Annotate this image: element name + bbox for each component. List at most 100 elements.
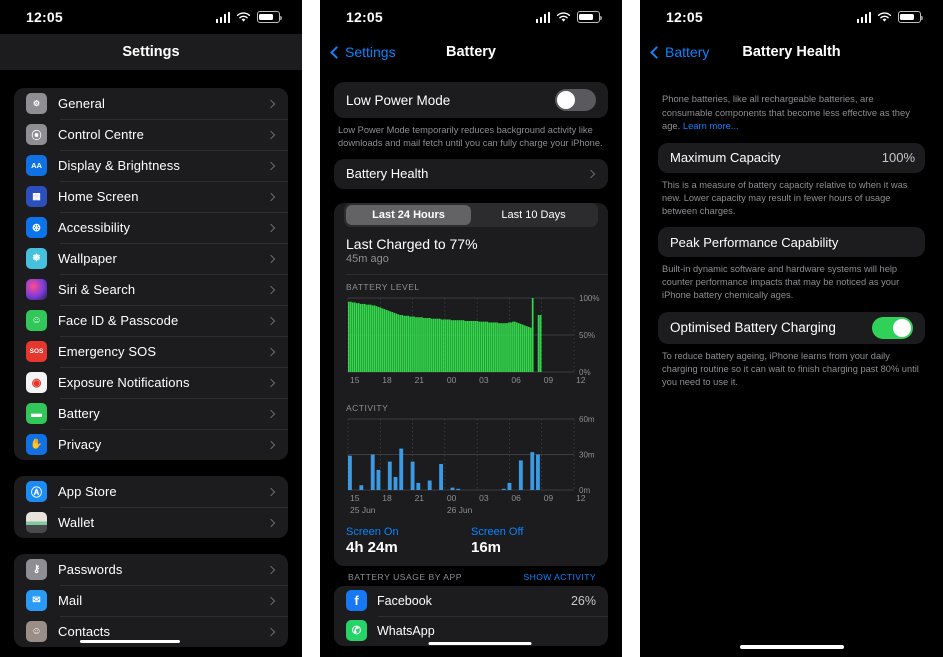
back-button-battery[interactable]: Battery <box>650 44 710 60</box>
status-bar-indicators <box>856 11 924 23</box>
wallet-icon <box>26 512 47 533</box>
chevron-right-icon <box>266 440 276 449</box>
sidebar-item-home-screen[interactable]: ▦ Home Screen <box>14 181 288 212</box>
page-title: Settings <box>122 44 180 60</box>
home-screen-icon: ▦ <box>26 186 47 207</box>
status-bar-time: 12:05 <box>26 9 63 25</box>
svg-text:21: 21 <box>415 375 425 385</box>
phone-panel-battery-health: 12:05 Battery Battery Health Phone batte… <box>640 0 943 657</box>
screen-off-value: 16m <box>471 538 502 556</box>
screen-time-stats: Screen On 4h 24m Screen Off 16m <box>334 520 608 566</box>
battery-health-label: Battery Health <box>346 166 429 182</box>
activity-plot: 60m30m0m15 18 21 00 03 06 09 1225 Jun 26 Jun <box>347 415 595 515</box>
sidebar-item-display-brightness[interactable]: AA Display & Brightness <box>14 150 288 181</box>
sidebar-item-emergency-sos[interactable]: SOS Emergency SOS <box>14 336 288 367</box>
svg-text:100%: 100% <box>579 294 599 303</box>
accessibility-icon: ⊛ <box>26 217 47 238</box>
low-power-mode-row[interactable]: Low Power Mode <box>334 82 608 118</box>
svg-text:12: 12 <box>576 375 586 385</box>
status-bar-time: 12:05 <box>666 9 703 25</box>
exposure-notifications-icon: ◉ <box>26 372 47 393</box>
sidebar-item-wallet[interactable]: Wallet <box>14 507 288 538</box>
settings-list: ⚙ General ⦿ Control Centre AA Display & … <box>0 70 302 647</box>
segment-last-10-days[interactable]: Last 10 Days <box>471 205 596 225</box>
passwords-icon: ⚷ <box>26 559 47 580</box>
row-label: Home Screen <box>58 189 139 204</box>
svg-text:09: 09 <box>544 375 554 385</box>
learn-more-link[interactable]: Learn more... <box>683 120 739 131</box>
sidebar-item-general[interactable]: ⚙ General <box>14 88 288 119</box>
sidebar-item-wallpaper[interactable]: ❅ Wallpaper <box>14 243 288 274</box>
activity-chart: 60m 30m 0m 15 18 21 00 03 06 09 12 25 Jun 26 Jun <box>334 413 608 520</box>
optimised-charging-row[interactable]: Optimised Battery Charging <box>658 312 925 344</box>
chevron-left-icon <box>330 45 343 59</box>
row-label: Wallet <box>58 515 95 530</box>
chevron-right-icon <box>266 254 276 263</box>
chevron-right-icon <box>266 192 276 201</box>
battery-icon <box>257 11 283 23</box>
screen-on-stat: Screen On 4h 24m <box>346 526 471 556</box>
back-button-label: Battery <box>665 44 710 60</box>
sidebar-item-face-id-passcode[interactable]: ☺ Face ID & Passcode <box>14 305 288 336</box>
row-label: Face ID & Passcode <box>58 313 179 328</box>
last-charged-title: Last Charged to 77% <box>346 235 478 252</box>
battery-health-row[interactable]: Battery Health <box>334 159 608 189</box>
battery-content: Low Power Mode Low Power Mode temporaril… <box>320 70 622 646</box>
row-label: Passwords <box>58 562 123 577</box>
sidebar-item-mail[interactable]: ✉ Mail <box>14 585 288 616</box>
sidebar-item-privacy[interactable]: ✋ Privacy <box>14 429 288 460</box>
chevron-right-icon <box>266 347 276 356</box>
svg-text:12: 12 <box>576 493 586 503</box>
sidebar-item-passwords[interactable]: ⚷ Passwords <box>14 554 288 585</box>
battery-level-plot: 100%50%0%15 18 21 00 03 06 09 12 <box>347 294 599 385</box>
maximum-capacity-value: 100% <box>881 150 915 166</box>
activity-chart-title: ACTIVITY <box>346 402 389 413</box>
row-label: Exposure Notifications <box>58 375 190 390</box>
battery-icon <box>898 11 924 23</box>
svg-text:06: 06 <box>511 493 521 503</box>
maximum-capacity-footnote: This is a measure of battery capacity re… <box>662 179 908 216</box>
chevron-right-icon <box>266 409 276 418</box>
status-bar-indicators <box>535 11 603 23</box>
screenshot-stage: 12:05 Settings ⚙ General ⦿ Control Centr… <box>0 0 943 657</box>
optimised-charging-footnote: To reduce battery ageing, iPhone learns … <box>662 350 919 387</box>
chevron-right-icon <box>266 378 276 387</box>
sidebar-item-app-store[interactable]: Ⓐ App Store <box>14 476 288 507</box>
svg-text:03: 03 <box>479 493 489 503</box>
status-bar-indicators <box>215 11 283 23</box>
app-percent: 26% <box>570 593 596 608</box>
optimised-charging-toggle[interactable] <box>872 316 913 339</box>
app-name: Facebook <box>377 593 432 608</box>
sidebar-item-accessibility[interactable]: ⊛ Accessibility <box>14 212 288 243</box>
home-indicator <box>428 641 532 645</box>
screen-off-stat: Screen Off 16m <box>471 526 596 556</box>
sidebar-item-control-centre[interactable]: ⦿ Control Centre <box>14 119 288 150</box>
chevron-right-icon <box>266 223 276 232</box>
chevron-right-icon <box>266 565 276 574</box>
sidebar-item-exposure-notifications[interactable]: ◉ Exposure Notifications <box>14 367 288 398</box>
peak-performance-card: Peak Performance Capability <box>658 227 925 258</box>
svg-text:25 Jun: 25 Jun <box>350 505 376 515</box>
battery-health-card: Battery Health <box>334 158 608 189</box>
svg-text:18: 18 <box>382 493 392 503</box>
back-button-settings[interactable]: Settings <box>330 44 396 60</box>
settings-group-3: ⚷ Passwords ✉ Mail ☺ Contacts <box>14 554 288 647</box>
last-charged-subtitle: 45m ago <box>346 252 389 265</box>
row-label: Contacts <box>58 624 111 639</box>
chevron-right-icon <box>266 627 276 636</box>
face-id-icon: ☺ <box>26 310 47 331</box>
time-range-segmented-control[interactable]: Last 24 Hours Last 10 Days <box>344 202 598 227</box>
svg-text:15: 15 <box>350 493 360 503</box>
battery-usage-card: Last 24 Hours Last 10 Days Last Charged … <box>334 202 608 566</box>
low-power-mode-toggle[interactable] <box>555 89 596 111</box>
list-item[interactable]: f Facebook 26% <box>334 586 608 616</box>
maximum-capacity-card: Maximum Capacity 100% <box>658 142 925 173</box>
chevron-right-icon <box>266 596 276 605</box>
row-label: Emergency SOS <box>58 344 157 359</box>
maximum-capacity-row: Maximum Capacity 100% <box>658 143 925 173</box>
sidebar-item-siri-search[interactable]: Siri & Search <box>14 274 288 305</box>
segment-last-24-hours[interactable]: Last 24 Hours <box>346 204 471 225</box>
low-power-mode-footnote: Low Power Mode temporarily reduces backg… <box>338 125 603 148</box>
show-activity-button[interactable]: SHOW ACTIVITY <box>523 572 596 582</box>
sidebar-item-battery[interactable]: ▬ Battery <box>14 398 288 429</box>
